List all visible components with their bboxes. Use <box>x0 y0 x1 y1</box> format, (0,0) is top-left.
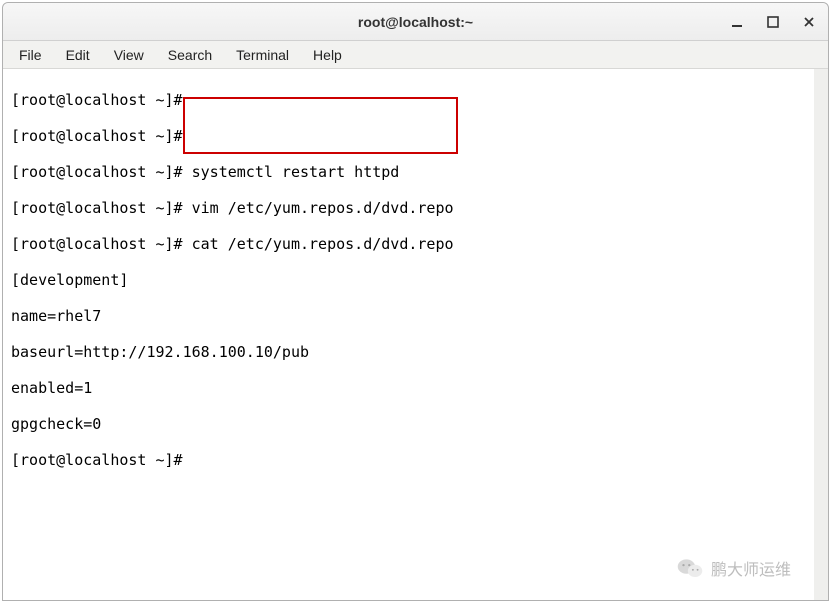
watermark: 鹏大师运维 <box>677 556 791 580</box>
window-controls <box>726 11 820 33</box>
terminal-line: [root@localhost ~]# <box>11 91 806 109</box>
menu-edit[interactable]: Edit <box>56 43 100 67</box>
minimize-button[interactable] <box>726 11 748 33</box>
menu-search[interactable]: Search <box>158 43 222 67</box>
menu-help[interactable]: Help <box>303 43 352 67</box>
terminal-line: [development] <box>11 271 806 289</box>
wechat-icon <box>677 556 703 580</box>
maximize-button[interactable] <box>762 11 784 33</box>
terminal-line: enabled=1 <box>11 379 806 397</box>
terminal-line: baseurl=http://192.168.100.10/pub <box>11 343 806 361</box>
terminal-line: name=rhel7 <box>11 307 806 325</box>
menu-terminal[interactable]: Terminal <box>226 43 299 67</box>
watermark-text: 鹏大师运维 <box>711 556 791 580</box>
terminal-line: [root@localhost ~]# systemctl restart ht… <box>11 163 806 181</box>
menu-view[interactable]: View <box>104 43 154 67</box>
terminal-output[interactable]: [root@localhost ~]# [root@localhost ~]# … <box>3 69 828 600</box>
close-button[interactable] <box>798 11 820 33</box>
menu-file[interactable]: File <box>9 43 52 67</box>
terminal-line: [root@localhost ~]# cat /etc/yum.repos.d… <box>11 235 806 253</box>
titlebar: root@localhost:~ <box>3 3 828 41</box>
terminal-line: [root@localhost ~]# <box>11 127 806 145</box>
menubar: File Edit View Search Terminal Help <box>3 41 828 69</box>
terminal-line: [root@localhost ~]# <box>11 451 806 469</box>
terminal-window: root@localhost:~ File Edit View Search T… <box>2 2 829 601</box>
window-title: root@localhost:~ <box>358 14 473 30</box>
terminal-line: [root@localhost ~]# vim /etc/yum.repos.d… <box>11 199 806 217</box>
terminal-line: gpgcheck=0 <box>11 415 806 433</box>
